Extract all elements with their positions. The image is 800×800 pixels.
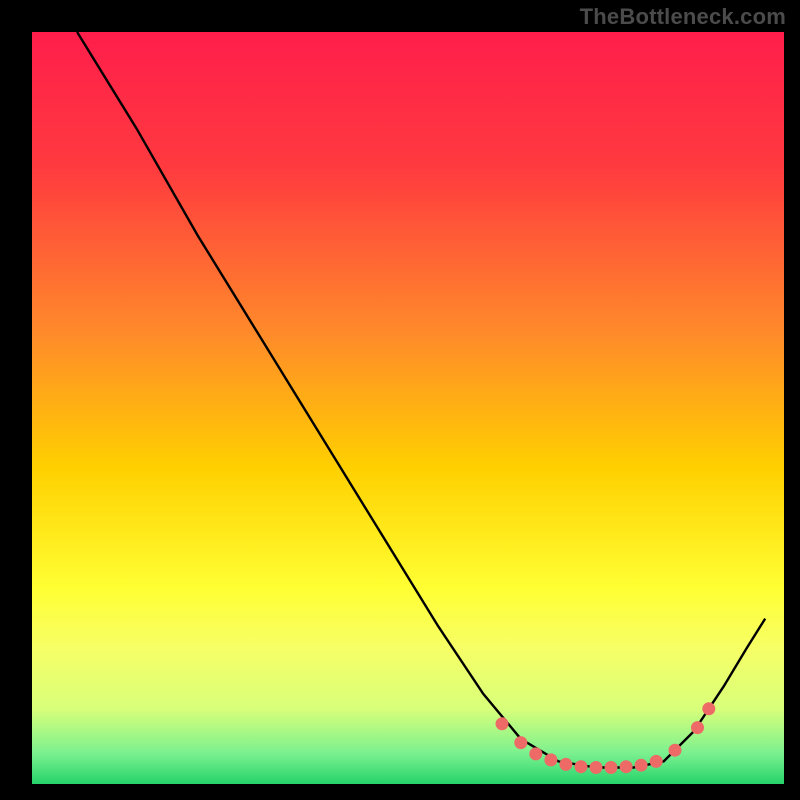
data-marker (635, 759, 648, 772)
data-marker (669, 744, 682, 757)
data-marker (514, 736, 527, 749)
plot-area (32, 32, 784, 784)
data-marker (496, 717, 509, 730)
data-marker (691, 721, 704, 734)
chart-canvas (0, 0, 800, 800)
data-marker (650, 755, 663, 768)
data-marker (620, 760, 633, 773)
data-marker (575, 760, 588, 773)
chart-frame: TheBottleneck.com (0, 0, 800, 800)
data-marker (702, 702, 715, 715)
data-marker (605, 761, 618, 774)
data-marker (529, 747, 542, 760)
data-marker (590, 761, 603, 774)
data-marker (559, 758, 572, 771)
data-marker (544, 753, 557, 766)
